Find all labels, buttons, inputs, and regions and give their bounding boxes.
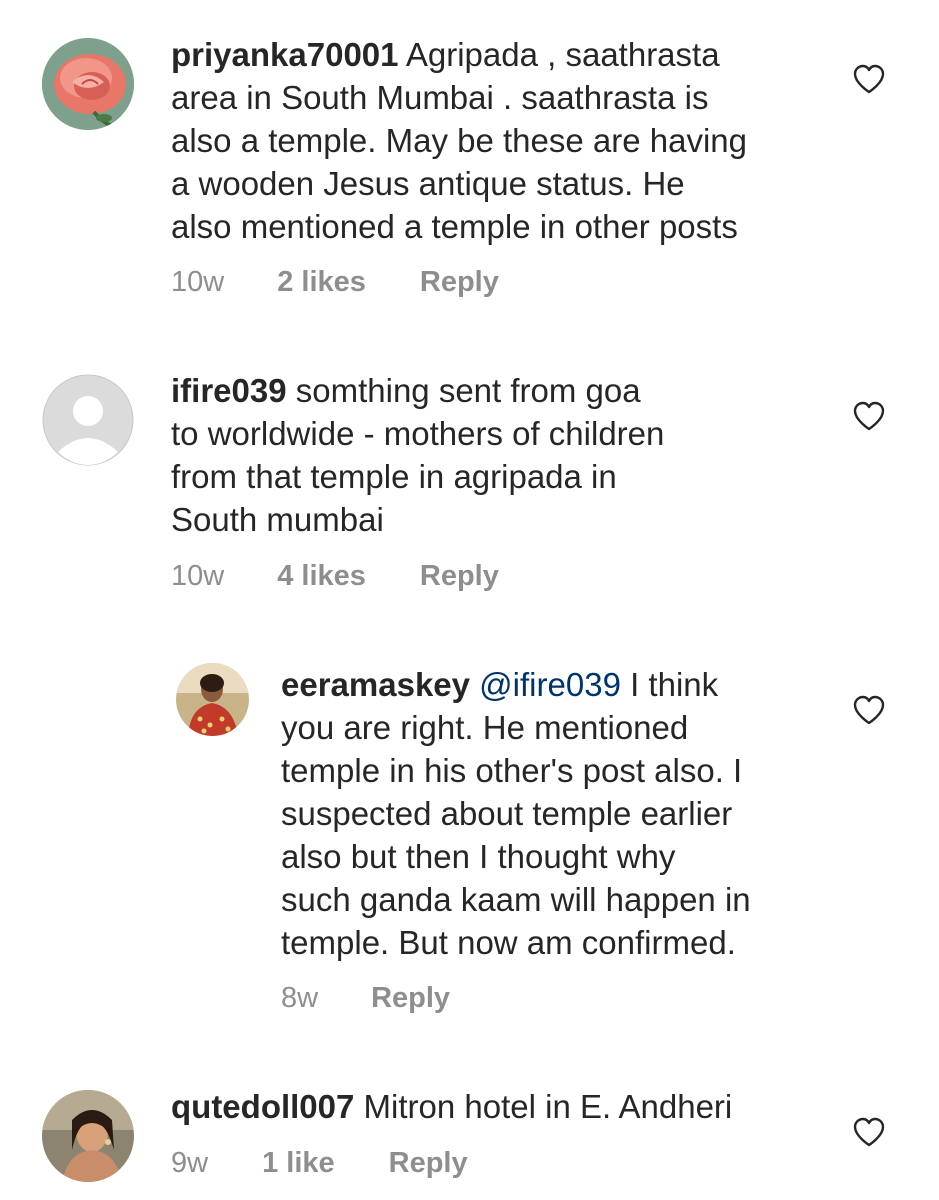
comment-meta: 10w 2 likes Reply	[171, 264, 499, 300]
reply-button[interactable]: Reply	[420, 558, 499, 594]
comment-line: suspected about temple earlier	[281, 795, 733, 832]
rose-avatar-icon	[42, 38, 134, 130]
heart-outline-icon[interactable]	[853, 1117, 885, 1147]
comment-line: a wooden Jesus antique status. He	[171, 165, 685, 202]
comment-line: also but then I thought why	[281, 838, 676, 875]
avatar[interactable]	[42, 1090, 134, 1182]
comment-meta: 10w 4 likes Reply	[171, 558, 499, 594]
comment-line: temple. But now am confirmed.	[281, 924, 736, 961]
comment-username[interactable]: qutedoll007	[171, 1088, 354, 1125]
avatar[interactable]	[42, 374, 134, 466]
comment-username[interactable]: priyanka70001	[171, 36, 399, 73]
comment-likes[interactable]: 4 likes	[277, 558, 366, 594]
comment-line: from that temple in agripada in	[171, 458, 617, 495]
user-photo-avatar-icon	[42, 1090, 134, 1182]
comment-line: you are right. He mentioned	[281, 709, 689, 746]
comment-meta: 9w 1 like Reply	[171, 1145, 468, 1181]
comment-time: 9w	[171, 1147, 209, 1179]
comment-likes[interactable]: 2 likes	[277, 264, 366, 300]
comment-text: eeramaskey @ifire039 I think you are rig…	[281, 663, 751, 964]
comment-line: I think	[620, 666, 719, 703]
reply-button[interactable]: Reply	[389, 1145, 468, 1181]
comment-line: also mentioned a temple in other posts	[171, 208, 738, 245]
heart-outline-icon[interactable]	[853, 64, 885, 94]
comment-text: priyanka70001 Agripada , saathrasta area…	[171, 33, 747, 248]
comment-line: Mitron hotel in E. Andheri	[354, 1088, 733, 1125]
comment-text: ifire039 somthing sent from goa to world…	[171, 369, 664, 541]
comment-line: South mumbai	[171, 501, 384, 538]
heart-outline-icon[interactable]	[853, 695, 885, 725]
comment-username[interactable]: ifire039	[171, 372, 287, 409]
mention-link[interactable]: @ifire039	[470, 666, 621, 703]
comment-username[interactable]: eeramaskey	[281, 666, 470, 703]
reply-button[interactable]: Reply	[371, 980, 450, 1016]
comment-text: qutedoll007 Mitron hotel in E. Andheri	[171, 1085, 732, 1128]
comment-line: somthing sent from goa	[286, 372, 641, 409]
comment-line: Agripada , saathrasta	[398, 36, 720, 73]
avatar[interactable]	[42, 38, 134, 130]
comment-likes[interactable]: 1 like	[262, 1145, 335, 1181]
comment-line: to worldwide - mothers of children	[171, 415, 665, 452]
user-photo-avatar-icon	[176, 663, 249, 736]
default-avatar-icon	[42, 374, 134, 466]
comment-line: area in South Mumbai . saathrasta is	[171, 79, 709, 116]
comment-line: also a temple. May be these are having	[171, 122, 748, 159]
comment-time: 8w	[281, 982, 319, 1014]
comment-line: such ganda kaam will happen in	[281, 881, 751, 918]
avatar[interactable]	[176, 663, 249, 736]
comment-line: temple in his other's post also. I	[281, 752, 743, 789]
reply-button[interactable]: Reply	[420, 264, 499, 300]
heart-outline-icon[interactable]	[853, 401, 885, 431]
comment-time: 10w	[171, 266, 225, 298]
comment-time: 10w	[171, 560, 225, 592]
comment-meta: 8w Reply	[281, 980, 450, 1016]
